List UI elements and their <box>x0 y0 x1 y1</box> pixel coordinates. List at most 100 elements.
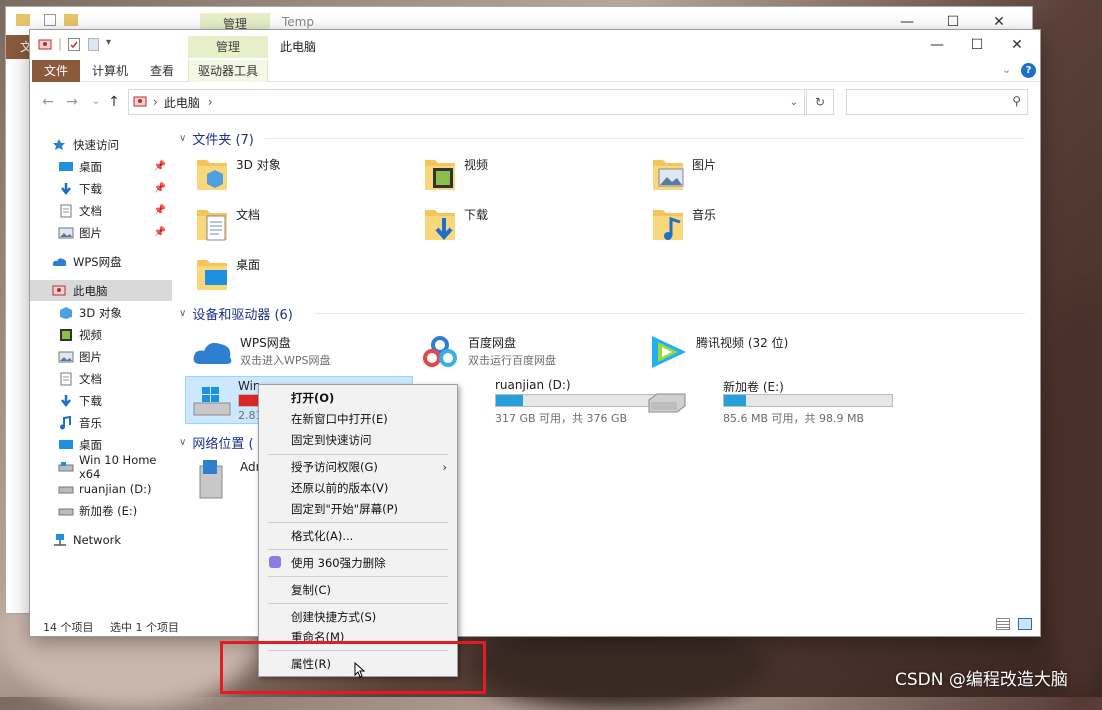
group-header-folders[interactable]: ∨ 文件夹 (7) <box>179 127 1025 149</box>
menu-separator <box>268 549 448 550</box>
new-folder-icon[interactable] <box>88 38 99 51</box>
status-bar: 14 个项目 选中 1 个项目 <box>30 616 1040 636</box>
ribbon-expand-icon[interactable]: ⌄ <box>1002 63 1011 76</box>
sidebar-item-downloads[interactable]: 下载 📌 <box>30 178 172 199</box>
desktop-icon <box>58 160 74 174</box>
drive-icon <box>648 393 686 413</box>
tab-computer[interactable]: 计算机 <box>86 60 134 82</box>
refresh-button[interactable]: ↻ <box>806 89 834 115</box>
pin-icon[interactable]: 📌 <box>154 183 166 194</box>
folder-icon <box>16 14 30 26</box>
device-tencent-video[interactable]: 腾讯视频 (32 位) <box>644 330 870 376</box>
menu-item-create-shortcut[interactable]: 创建快捷方式(S) <box>261 607 455 627</box>
menu-item-copy[interactable]: 复制(C) <box>261 580 455 600</box>
3d-objects-folder-icon <box>197 160 227 190</box>
pictures-icon <box>58 350 74 364</box>
sidebar-item-network[interactable]: Network <box>30 529 172 550</box>
drive-e-usage-bar <box>723 394 893 407</box>
star-icon <box>52 138 68 152</box>
sidebar-item-documents[interactable]: 文档 <box>30 368 172 389</box>
baidu-netdisk-icon <box>423 336 457 367</box>
folder-music[interactable]: 音乐 <box>629 200 849 246</box>
sidebar-item-this-pc[interactable]: 此电脑 <box>30 280 172 301</box>
wps-cloud-icon <box>193 342 232 364</box>
sidebar-item-downloads[interactable]: 下载 <box>30 390 172 411</box>
folder-pictures[interactable]: 图片 <box>629 150 849 196</box>
drive-icon <box>58 460 74 474</box>
sidebar-item-music[interactable]: 音乐 <box>30 412 172 433</box>
tab-view[interactable]: 查看 <box>142 60 182 82</box>
back-button[interactable]: ← <box>38 92 58 112</box>
up-button[interactable]: ↑ <box>104 92 124 112</box>
drive-e[interactable]: 新加卷 (E:) 85.6 MB 可用，共 98.9 MB <box>641 376 893 425</box>
sidebar-item-pictures[interactable]: 图片 📌 <box>30 222 172 243</box>
menu-separator <box>268 454 448 455</box>
drive-icon <box>58 482 74 496</box>
menu-item-give-access[interactable]: 授予访问权限(G) <box>261 457 455 477</box>
menu-item-format[interactable]: 格式化(A)... <box>261 526 455 546</box>
menu-item-restore-versions[interactable]: 还原以前的版本(V) <box>261 478 455 498</box>
folder-downloads[interactable]: 下载 <box>401 200 621 246</box>
address-bar[interactable]: › 此电脑 › ⌄ <box>128 89 805 115</box>
help-icon[interactable]: ? <box>1021 63 1036 78</box>
document-icon <box>58 204 74 218</box>
sidebar-item-3d-objects[interactable]: 3D 对象 <box>30 302 172 323</box>
address-dropdown-icon[interactable]: ⌄ <box>790 97 798 108</box>
sidebar-item-drive-e[interactable]: 新加卷 (E:) <box>30 500 172 521</box>
tab-file[interactable]: 文件 <box>32 60 80 82</box>
menu-separator <box>268 522 448 523</box>
properties-icon[interactable] <box>68 38 80 51</box>
menu-item-360-force-delete[interactable]: 使用 360强力删除 <box>261 553 455 573</box>
address-separator-icon[interactable]: › <box>208 95 213 109</box>
drive-icon <box>58 504 74 518</box>
menu-item-open-new-window[interactable]: 在新窗口中打开(E) <box>261 409 455 429</box>
folder-3d-objects[interactable]: 3D 对象 <box>173 150 393 196</box>
pin-icon[interactable]: 📌 <box>154 227 166 238</box>
sidebar-item-drive-c[interactable]: Win 10 Home x64 <box>30 453 172 481</box>
pin-icon[interactable]: 📌 <box>154 205 166 216</box>
menu-item-pin-start[interactable]: 固定到"开始"屏幕(P) <box>261 499 455 519</box>
folder-videos[interactable]: 视频 <box>401 150 621 196</box>
address-separator-icon[interactable]: › <box>153 95 158 109</box>
sidebar-item-documents[interactable]: 文档 📌 <box>30 200 172 221</box>
recent-locations-icon[interactable]: ⌄ <box>86 92 106 112</box>
search-input[interactable]: ⚲ <box>846 89 1028 115</box>
breadcrumb-this-pc[interactable]: 此电脑 <box>164 94 200 111</box>
close-button[interactable]: ✕ <box>994 30 1040 60</box>
search-icon[interactable]: ⚲ <box>1012 94 1021 108</box>
sidebar-item-quick-access[interactable]: 快速访问 <box>30 134 172 155</box>
pictures-folder-icon <box>653 160 684 190</box>
quick-access-dropdown-icon[interactable]: ▾ <box>106 37 111 48</box>
chevron-down-icon[interactable]: ∨ <box>179 308 186 319</box>
tab-drive-tools[interactable]: 驱动器工具 <box>188 60 268 82</box>
manage-context-tab[interactable]: 管理 <box>188 36 268 58</box>
device-wps-cloud[interactable]: WPS网盘 双击进入WPS网盘 <box>188 330 414 376</box>
device-baidu-netdisk[interactable]: 百度网盘 双击运行百度网盘 <box>416 330 642 376</box>
pin-icon[interactable]: 📌 <box>154 161 166 172</box>
folder-desktop[interactable]: 桌面 <box>173 250 393 296</box>
sidebar-item-desktop[interactable]: 桌面 📌 <box>30 156 172 177</box>
menu-item-open[interactable]: 打开(O) <box>261 388 455 408</box>
sidebar-item-drive-d[interactable]: ruanjian (D:) <box>30 478 172 499</box>
sidebar-item-wps-cloud[interactable]: WPS网盘 <box>30 251 172 272</box>
network-drive-icon <box>199 460 223 499</box>
context-menu: 打开(O) 在新窗口中打开(E) 固定到快速访问 授予访问权限(G) › 还原以… <box>258 384 458 678</box>
computer-icon <box>133 95 147 109</box>
chevron-down-icon[interactable]: ∨ <box>179 133 186 144</box>
group-header-network[interactable]: ∨ 网络位置 ( <box>179 431 254 453</box>
sidebar-item-videos[interactable]: 视频 <box>30 324 172 345</box>
details-view-icon[interactable] <box>996 618 1010 630</box>
sidebar-item-pictures[interactable]: 图片 <box>30 346 172 367</box>
forward-button[interactable]: → <box>62 92 82 112</box>
properties-icon <box>44 14 56 26</box>
explorer-window: | ▾ 管理 此电脑 — ☐ ✕ 文件 计算机 查看 驱动器工具 ⌄ ? ← →… <box>30 30 1040 636</box>
folder-documents[interactable]: 文档 <box>173 200 393 246</box>
chevron-down-icon[interactable]: ∨ <box>179 437 186 448</box>
download-icon <box>58 182 74 196</box>
large-icons-view-icon[interactable] <box>1018 618 1032 630</box>
network-icon <box>52 533 68 547</box>
menu-item-pin-quick-access[interactable]: 固定到快速访问 <box>261 430 455 450</box>
desktop-folder-icon <box>197 260 227 290</box>
group-header-devices[interactable]: ∨ 设备和驱动器 (6) <box>179 302 1025 324</box>
computer-icon <box>52 284 68 298</box>
